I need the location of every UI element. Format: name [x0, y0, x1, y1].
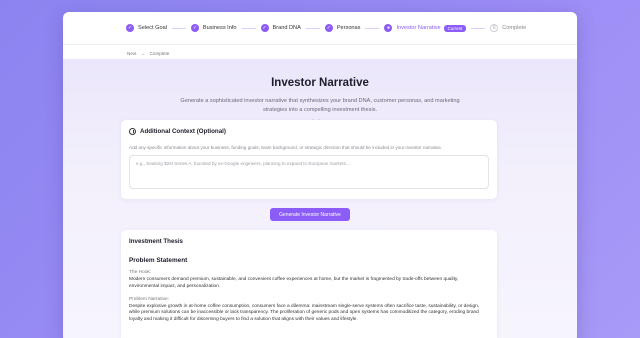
- page-title: Investor Narrative: [271, 77, 369, 89]
- step-number: 6: [490, 24, 499, 32]
- hook-text: Modern consumers demand premium, sustain…: [129, 277, 459, 289]
- app-window: ✓ Select Goal ✓ Business Info ✓ Brand DN…: [63, 12, 577, 338]
- breadcrumb-next-link[interactable]: Complete: [150, 51, 170, 56]
- step-complete[interactable]: 6 Complete: [490, 24, 526, 32]
- thesis-title: Investment Thesis: [129, 238, 183, 245]
- step-label: Complete: [502, 25, 527, 31]
- check-icon: ✓: [126, 24, 134, 32]
- step-connector: [171, 27, 186, 29]
- narrative-text: Despite explosive growth in at-home coff…: [129, 303, 480, 323]
- arrow-right-icon: →: [140, 51, 146, 56]
- step-brand-dna[interactable]: ✓ Brand DNA: [260, 24, 301, 32]
- context-textarea[interactable]: e.g., Seeking $2M Series A, founded by e…: [129, 155, 489, 189]
- card-header: Additional Context (Optional): [129, 128, 489, 135]
- step-select-goal[interactable]: ✓ Select Goal: [126, 24, 167, 32]
- investment-thesis-card: Investment Thesis Problem Statement The …: [121, 230, 497, 338]
- step-personas[interactable]: ✓ Personas: [324, 24, 361, 32]
- step-label: Brand DNA: [272, 25, 301, 31]
- page-subtitle: Generate a sophisticated investor narrat…: [180, 98, 460, 113]
- generate-narrative-button[interactable]: Generate Investor Narrative: [270, 208, 350, 221]
- check-icon: ✓: [324, 24, 333, 32]
- step-label: Personas: [336, 25, 361, 31]
- hook-label: The Hook:: [129, 270, 152, 275]
- narrative-label: Problem Narrative:: [129, 296, 169, 302]
- step-label: Select Goal: [138, 25, 167, 31]
- step-connector: [241, 27, 256, 29]
- check-icon: ✓: [260, 24, 269, 32]
- step-label: Investor Narrative: [396, 25, 441, 31]
- breadcrumb-back-link[interactable]: Next: [127, 51, 136, 56]
- additional-context-card: Additional Context (Optional) Add any sp…: [121, 120, 497, 199]
- context-help-text: Add any specific information about your …: [129, 145, 443, 150]
- check-icon: ✓: [190, 24, 199, 32]
- breadcrumb: Next → Complete: [63, 45, 577, 59]
- step-business-info[interactable]: ✓ Business Info: [190, 24, 237, 32]
- progress-stepper: ✓ Select Goal ✓ Business Info ✓ Brand DN…: [63, 12, 577, 45]
- step-investor-narrative[interactable]: ● Investor Narrative Current: [384, 24, 467, 32]
- current-dot-icon: ●: [384, 24, 393, 32]
- clock-icon: [129, 128, 136, 135]
- step-connector: [365, 27, 380, 29]
- current-badge: Current: [443, 24, 467, 32]
- step-label: Business Info: [202, 25, 237, 31]
- section-heading: Problem Statement: [129, 257, 188, 264]
- step-connector: [471, 27, 486, 29]
- card-title: Additional Context (Optional): [140, 128, 226, 135]
- step-connector: [305, 27, 320, 29]
